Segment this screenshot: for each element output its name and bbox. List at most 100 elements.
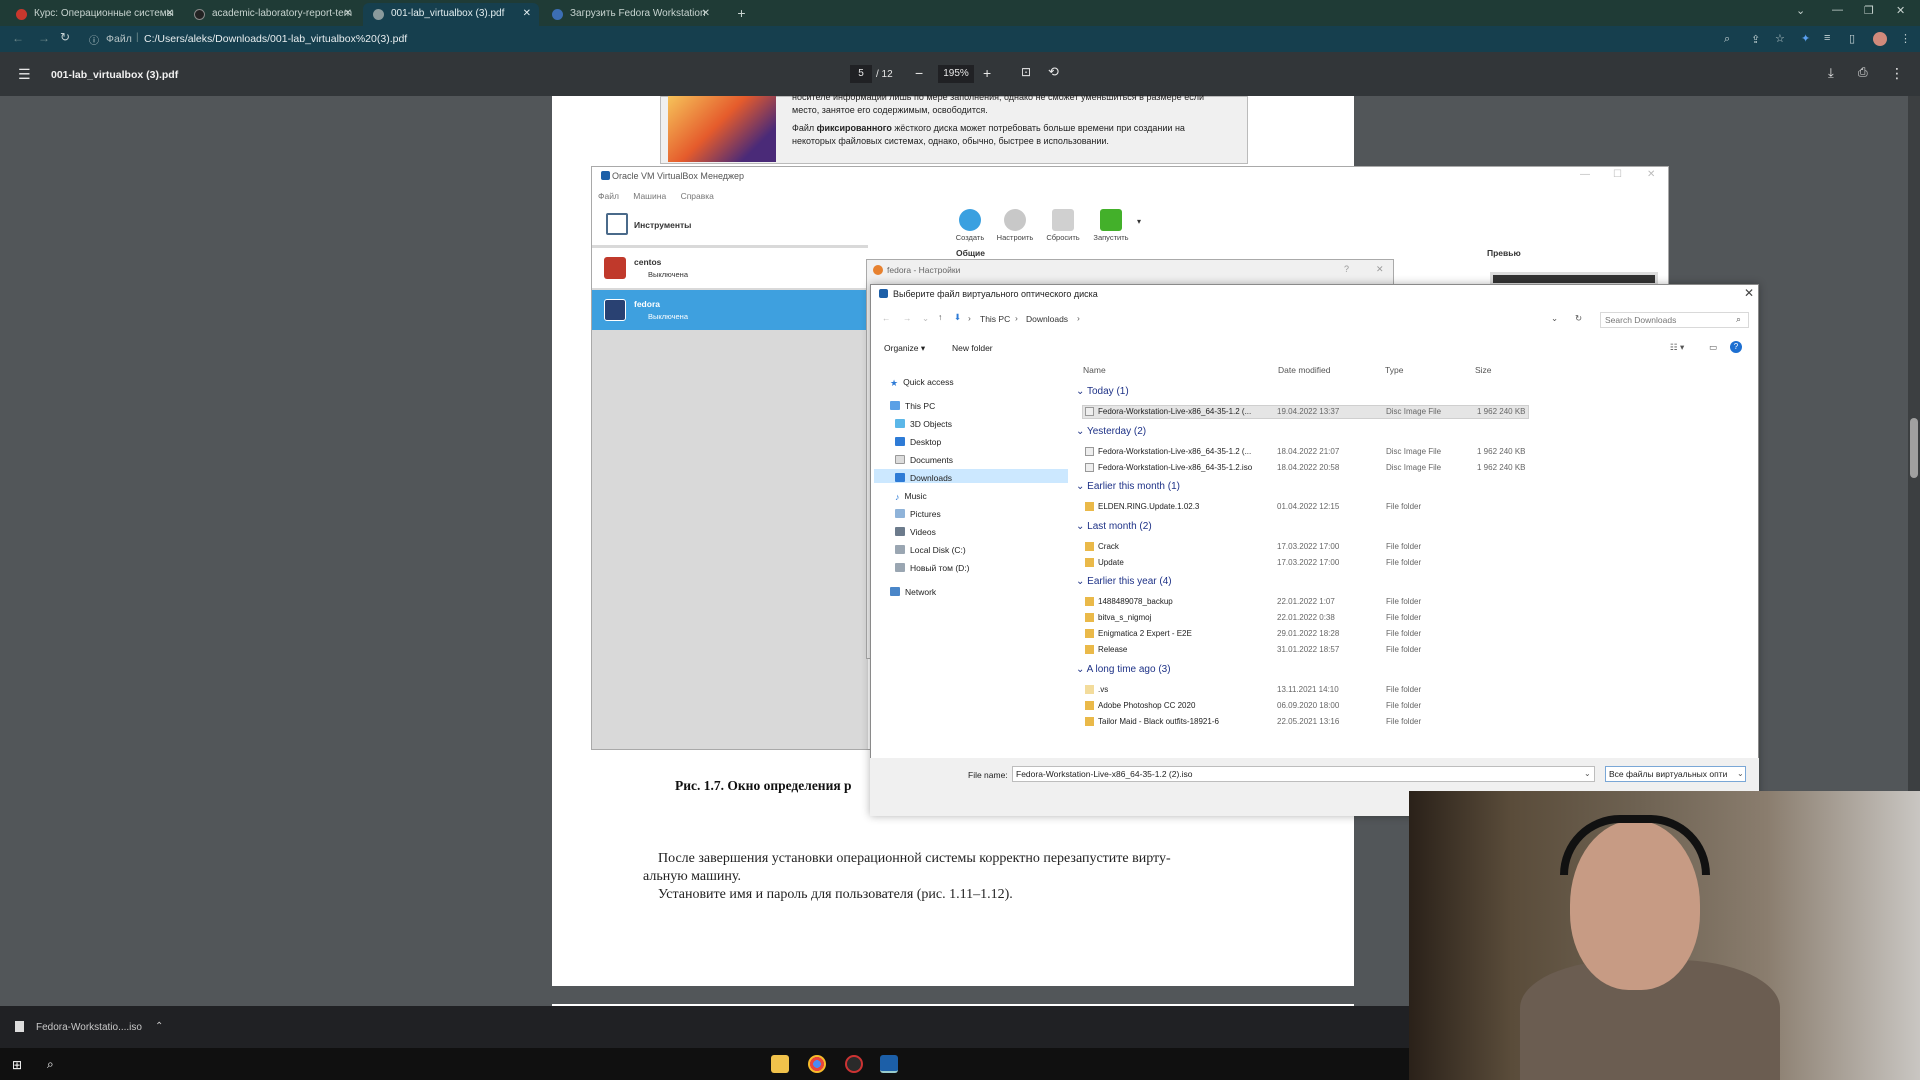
reload-icon[interactable]: ↻ — [60, 30, 70, 44]
chevron-down-icon[interactable]: ⌄ — [1584, 769, 1591, 778]
zoom-in-icon[interactable]: + — [983, 65, 991, 81]
chevron-up-icon[interactable]: ⌃ — [155, 1021, 163, 1032]
menu-machine[interactable]: Машина — [633, 191, 666, 201]
nav-volume-d[interactable]: Новый том (D:) — [895, 563, 970, 573]
close-icon[interactable]: ✕ — [1744, 286, 1754, 300]
start-button[interactable]: Запустить — [1091, 205, 1131, 242]
address-dropdown-icon[interactable]: ⌄ — [1551, 313, 1558, 324]
close-icon[interactable]: ✕ — [1376, 264, 1384, 275]
tab-search-icon[interactable]: ⌄ — [1796, 4, 1805, 17]
help-icon[interactable]: ? — [1344, 264, 1349, 274]
discard-button[interactable]: Сбросить — [1043, 205, 1083, 242]
nav-3d-objects[interactable]: 3D Objects — [895, 419, 952, 429]
share-icon[interactable]: ⇪ — [1751, 33, 1760, 46]
chevron-down-icon[interactable]: ⌄ — [1737, 769, 1744, 778]
address-input[interactable]: C:/Users/aleks/Downloads/001-lab_virtual… — [144, 33, 407, 45]
zoom-icon[interactable]: ⌕ — [1724, 33, 1730, 46]
tools-item[interactable]: Инструменты — [592, 205, 868, 245]
nav-quick-access[interactable]: ★ Quick access — [890, 377, 954, 388]
group-header[interactable]: ⌄ Today (1) — [1076, 386, 1129, 397]
virtualbox-taskbar-icon[interactable] — [880, 1055, 898, 1073]
column-name[interactable]: Name — [1083, 365, 1106, 375]
zoom-out-icon[interactable]: − — [915, 65, 923, 81]
download-item[interactable]: Fedora-Workstatio....iso — [36, 1022, 142, 1033]
file-type-filter[interactable]: Все файлы виртуальных опти — [1605, 766, 1746, 782]
column-size[interactable]: Size — [1475, 365, 1492, 375]
menu-help[interactable]: Справка — [681, 191, 714, 201]
breadcrumb[interactable]: ← → ⌄ ↑ ⬇ › This PC › Downloads › ⌄ ↻ — [878, 312, 1603, 328]
organize-button[interactable]: Organize ▾ — [884, 343, 925, 354]
refresh-icon[interactable]: ↻ — [1575, 313, 1582, 324]
filename-input[interactable]: Fedora-Workstation-Live-x86_64-35-1.2 (2… — [1012, 766, 1595, 782]
file-row[interactable]: .vs 13.11.2021 14:10 File folder — [1083, 683, 1743, 697]
file-row[interactable]: 1488489078_backup 22.01.2022 1:07 File fol… — [1083, 595, 1743, 609]
new-tab-button[interactable]: + — [733, 5, 750, 22]
group-header[interactable]: ⌄ A long time ago (3) — [1076, 664, 1171, 675]
group-header[interactable]: ⌄ Earlier this month (1) — [1076, 481, 1180, 492]
file-row[interactable]: Enigmatica 2 Expert - E2E 29.01.2022 18:2… — [1083, 627, 1743, 641]
breadcrumb-downloads[interactable]: Downloads — [1026, 314, 1068, 324]
minimize-icon[interactable]: — — [1832, 4, 1843, 16]
obs-icon[interactable] — [845, 1055, 863, 1073]
rotate-icon[interactable]: ⟲ — [1048, 64, 1059, 80]
info-icon[interactable]: ⓘ — [89, 32, 99, 47]
column-type[interactable]: Type — [1385, 365, 1403, 375]
windows-start-icon[interactable]: ⊞ — [12, 1058, 22, 1072]
print-icon[interactable]: ⎙ — [1858, 65, 1868, 80]
close-tab-icon[interactable]: ✕ — [523, 8, 531, 19]
file-explorer-icon[interactable] — [771, 1055, 789, 1073]
start-dropdown-icon[interactable]: ▾ — [1137, 217, 1141, 226]
new-folder-button[interactable]: New folder — [952, 343, 993, 353]
up-icon[interactable]: ↑ — [938, 312, 942, 322]
browser-tab-fedora[interactable]: Загрузить Fedora Workstation ✕ — [542, 3, 718, 26]
browser-tab-report[interactable]: academic-laboratory-report-tem ✕ — [184, 3, 360, 26]
file-row[interactable]: Adobe Photoshop CC 2020 06.09.2020 18:00 F… — [1083, 699, 1743, 713]
scrollbar-thumb[interactable] — [1910, 418, 1918, 478]
search-icon[interactable]: ⌕ — [47, 1057, 54, 1072]
file-row[interactable]: ELDEN.RING.Update.1.02.3 01.04.2022 12:15… — [1083, 500, 1743, 514]
menu-kebab-icon[interactable]: ⋮ — [1900, 32, 1911, 45]
avatar[interactable] — [1873, 32, 1887, 46]
help-icon[interactable]: ? — [1730, 341, 1742, 353]
minimize-icon[interactable]: — — [1580, 169, 1590, 180]
extension-icon[interactable]: ✦ — [1801, 32, 1810, 45]
bookmark-star-icon[interactable]: ☆ — [1775, 32, 1785, 45]
restore-icon[interactable]: ❐ — [1864, 4, 1874, 17]
preview-pane-icon[interactable]: ▭ — [1709, 342, 1717, 353]
close-icon[interactable]: ✕ — [1647, 169, 1655, 180]
hamburger-menu-icon[interactable]: ☰ — [18, 66, 31, 83]
group-header[interactable]: ⌄ Earlier this year (4) — [1076, 576, 1172, 587]
search-input[interactable]: Search Downloads — [1600, 312, 1749, 328]
file-row[interactable]: Update 17.03.2022 17:00 File folder — [1083, 556, 1743, 570]
group-header[interactable]: ⌄ Last month (2) — [1076, 521, 1152, 532]
settings-button[interactable]: Настроить — [995, 205, 1035, 242]
file-row[interactable]: Crack 17.03.2022 17:00 File folder — [1083, 540, 1743, 554]
nav-local-disk-c[interactable]: Local Disk (C:) — [895, 545, 966, 555]
page-number-input[interactable]: 5 — [850, 65, 872, 83]
file-row[interactable]: Tailor Maid - Black outfits-18921-6 22.05… — [1083, 715, 1743, 729]
nav-pictures[interactable]: Pictures — [895, 509, 941, 519]
reading-list-icon[interactable]: ≡ — [1824, 32, 1830, 44]
vm-item-fedora[interactable]: fedora Выключена — [592, 290, 868, 330]
back-icon[interactable]: ← — [12, 31, 24, 45]
nav-documents[interactable]: Documents — [895, 455, 953, 465]
close-tab-icon[interactable]: ✕ — [344, 8, 352, 19]
forward-icon[interactable]: → — [38, 31, 50, 45]
browser-tab-course[interactable]: Курс: Операционные системы ✕ — [6, 3, 182, 26]
nav-music[interactable]: ♪ Music — [895, 491, 927, 502]
forward-icon[interactable]: → — [903, 313, 912, 323]
chrome-icon[interactable] — [808, 1055, 826, 1073]
breadcrumb-this-pc[interactable]: This PC — [980, 314, 1010, 324]
zoom-input[interactable]: 195% — [938, 65, 974, 83]
nav-this-pc[interactable]: This PC — [890, 401, 935, 411]
file-row[interactable]: bitva_s_nigmoj 22.01.2022 0:38 File folder — [1083, 611, 1743, 625]
maximize-icon[interactable]: ☐ — [1613, 169, 1622, 180]
close-tab-icon[interactable]: ✕ — [702, 8, 710, 19]
close-window-icon[interactable]: ✕ — [1896, 4, 1905, 17]
nav-network[interactable]: Network — [890, 587, 936, 597]
browser-tab-pdf[interactable]: 001-lab_virtualbox (3).pdf ✕ — [363, 3, 539, 26]
nav-desktop[interactable]: Desktop — [895, 437, 941, 447]
nav-videos[interactable]: Videos — [895, 527, 936, 537]
file-row[interactable]: Fedora-Workstation-Live-x86_64-35-1.2 (.… — [1083, 445, 1743, 459]
fit-page-icon[interactable]: ⊡ — [1021, 65, 1031, 79]
